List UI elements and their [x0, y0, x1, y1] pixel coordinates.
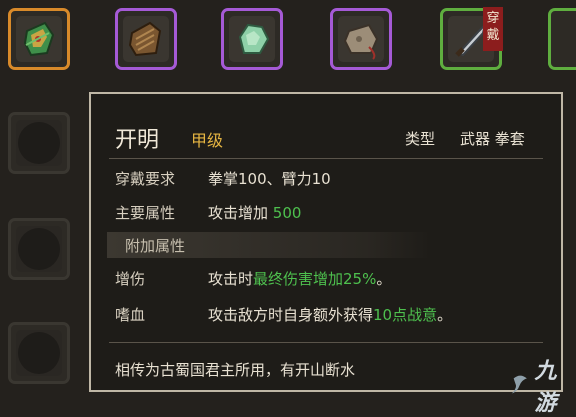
bonus-2-prefix: 攻击敌方时自身额外获得	[208, 306, 374, 324]
main-attribute-text: 攻击增加	[208, 204, 269, 222]
cloth-pouch-icon	[343, 23, 379, 60]
divider	[109, 342, 543, 343]
item-tooltip: 开明 甲级 类型 武器 拳套 穿戴要求 拳掌100、臂力10 主要属性 攻击增加…	[89, 92, 563, 392]
empty-well	[18, 332, 60, 374]
slot-inner	[16, 120, 62, 166]
bonus-1-label: 增伤	[115, 270, 146, 288]
main-attribute-number: 500	[272, 204, 302, 222]
bonus-1-prefix: 攻击时	[208, 270, 254, 288]
requirement-label: 穿戴要求	[115, 170, 176, 188]
slot-inner	[16, 16, 62, 62]
item-grade: 甲级	[191, 131, 224, 150]
empty-slot[interactable]	[8, 112, 70, 174]
divider	[109, 158, 543, 159]
bonus-2-description: 攻击敌方时自身额外获得10点战意。	[208, 304, 452, 325]
slot-inner	[16, 330, 62, 376]
bonus-2-highlight: 10点战意	[373, 306, 438, 324]
main-attribute-label: 主要属性	[115, 204, 176, 222]
item-name: 开明	[115, 128, 160, 153]
requirement-value: 拳掌100、臂力10	[208, 170, 331, 188]
slot-inner	[338, 16, 384, 62]
equipped-badge: 穿戴	[483, 7, 503, 51]
item-type-value: 武器 拳套	[460, 130, 525, 148]
inventory-slot-2[interactable]	[115, 8, 177, 70]
inventory-slot-1[interactable]	[8, 8, 70, 70]
bonus-2-suffix: 。	[437, 306, 453, 324]
green-fist-gauntlet-icon	[23, 21, 55, 57]
nine-game-logo-icon	[511, 375, 527, 394]
item-type-label: 类型	[405, 130, 436, 148]
watermark-logo: 九游	[508, 359, 576, 416]
empty-well	[18, 122, 60, 164]
jade-stone-icon	[238, 23, 270, 54]
empty-slot[interactable]	[8, 322, 70, 384]
watermark-text: 九游	[534, 359, 557, 416]
slot-inner	[16, 226, 62, 272]
inventory-slot-3[interactable]	[221, 8, 283, 70]
item-lore-text: 相传为古蜀国君主所用，有开山断水	[115, 361, 356, 379]
empty-well	[18, 228, 60, 270]
inventory-slot-5-equipped[interactable]: 穿戴	[440, 7, 503, 70]
brown-leather-gauntlet-icon	[128, 21, 162, 57]
bonus-1-suffix: 。	[376, 270, 392, 288]
bonus-attributes-title: 附加属性	[125, 237, 186, 255]
empty-slot[interactable]	[8, 218, 70, 280]
bonus-2-label: 嗜血	[115, 306, 146, 324]
inventory-slot-4[interactable]	[330, 8, 392, 70]
main-attribute-value: 攻击增加 500	[208, 202, 301, 223]
slot-inner	[229, 16, 275, 62]
bonus-1-highlight: 最终伤害增加25%	[253, 270, 377, 288]
bonus-1-description: 攻击时最终伤害增加25%。	[208, 268, 391, 289]
inventory-slot-6[interactable]	[548, 8, 576, 70]
slot-inner	[123, 16, 169, 62]
